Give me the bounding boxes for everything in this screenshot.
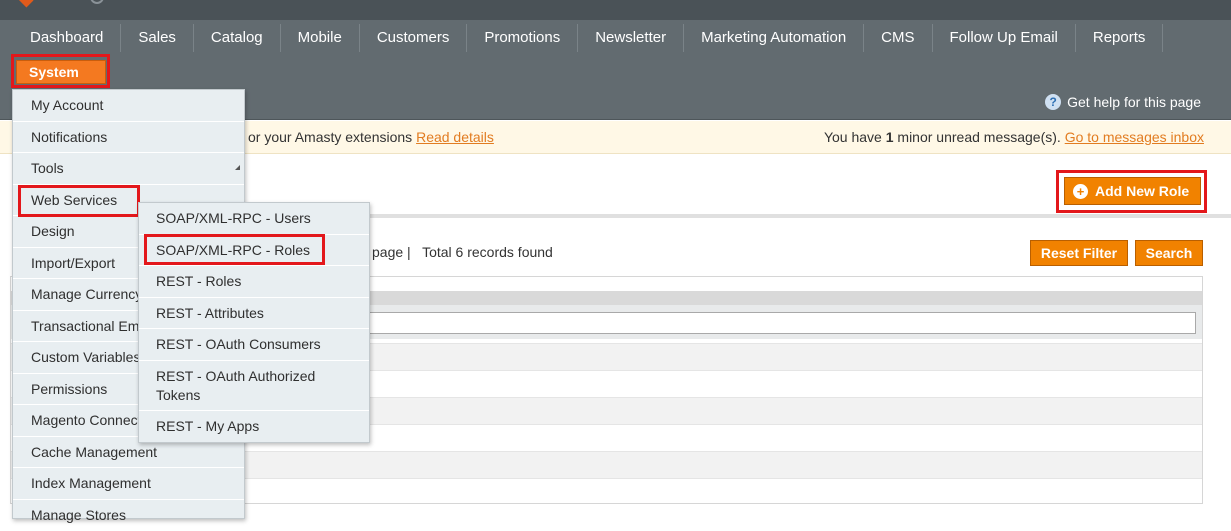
unread-count: 1 — [886, 129, 894, 145]
menu-item-notifications[interactable]: Notifications — [13, 122, 244, 154]
add-new-role-label: Add New Role — [1095, 183, 1189, 199]
message-right-prefix: You have — [824, 129, 886, 145]
nav-sales[interactable]: Sales — [121, 24, 194, 52]
help-link[interactable]: ? Get help for this page — [1045, 94, 1201, 110]
menu-item-manage-stores[interactable]: Manage Stores — [13, 500, 244, 531]
add-new-role-button[interactable]: + Add New Role — [1064, 177, 1201, 205]
nav-customers[interactable]: Customers — [360, 24, 468, 52]
nav-catalog[interactable]: Catalog — [194, 24, 281, 52]
pager-text: page | — [372, 244, 411, 260]
nav-cms[interactable]: CMS — [864, 24, 932, 52]
menu-item-tools-label: Tools — [31, 160, 64, 176]
magento-logo-icon — [17, 0, 34, 7]
message-left: or your Amasty extensions Read details — [248, 129, 494, 145]
nav-reports[interactable]: Reports — [1076, 24, 1164, 52]
search-button[interactable]: Search — [1135, 240, 1203, 266]
menu-item-tools[interactable]: Tools — [13, 153, 244, 185]
records-count: Total 6 records found — [422, 244, 553, 260]
plus-icon: + — [1073, 184, 1088, 199]
question-icon: ? — [1045, 94, 1061, 110]
nav-newsletter[interactable]: Newsletter — [578, 24, 684, 52]
nav-items-row: Dashboard Sales Catalog Mobile Customers… — [0, 24, 1163, 52]
top-strip — [0, 0, 1231, 20]
read-details-link[interactable]: Read details — [416, 129, 494, 145]
submenu-item-rest-my-apps[interactable]: REST - My Apps — [139, 411, 369, 442]
message-right: You have 1 minor unread message(s). Go t… — [824, 129, 1204, 145]
header-logo-circle-icon — [90, 0, 104, 4]
submenu-item-rest-roles[interactable]: REST - Roles — [139, 266, 369, 298]
nav-promotions[interactable]: Promotions — [467, 24, 578, 52]
reset-filter-button[interactable]: Reset Filter — [1030, 240, 1128, 266]
nav-system[interactable]: System — [16, 60, 106, 84]
submenu-item-rest-oauth-tokens[interactable]: REST - OAuth Authorized Tokens — [139, 361, 369, 411]
messages-inbox-link[interactable]: Go to messages inbox — [1065, 129, 1204, 145]
nav-follow-up-email[interactable]: Follow Up Email — [933, 24, 1076, 52]
menu-item-index-management[interactable]: Index Management — [13, 468, 244, 500]
menu-item-my-account[interactable]: My Account — [13, 90, 244, 122]
submenu-item-rest-attributes[interactable]: REST - Attributes — [139, 298, 369, 329]
nav-dashboard[interactable]: Dashboard — [0, 24, 121, 52]
message-left-text: or your Amasty extensions — [248, 129, 416, 145]
pager: page | Total 6 records found — [372, 244, 553, 260]
help-label: Get help for this page — [1067, 94, 1201, 110]
submenu-item-soap-users[interactable]: SOAP/XML-RPC - Users — [139, 203, 369, 235]
submenu-item-soap-roles[interactable]: SOAP/XML-RPC - Roles — [139, 235, 369, 266]
submenu-arrow-icon — [235, 165, 240, 170]
header-divider — [244, 214, 1231, 218]
role-name-filter-input[interactable] — [369, 312, 1196, 334]
nav-mobile[interactable]: Mobile — [281, 24, 360, 52]
submenu-item-rest-oauth-consumers[interactable]: REST - OAuth Consumers — [139, 329, 369, 361]
nav-marketing-automation[interactable]: Marketing Automation — [684, 24, 864, 52]
message-right-suffix: minor unread message(s). — [894, 129, 1065, 145]
web-services-submenu: SOAP/XML-RPC - Users SOAP/XML-RPC - Role… — [138, 202, 370, 443]
